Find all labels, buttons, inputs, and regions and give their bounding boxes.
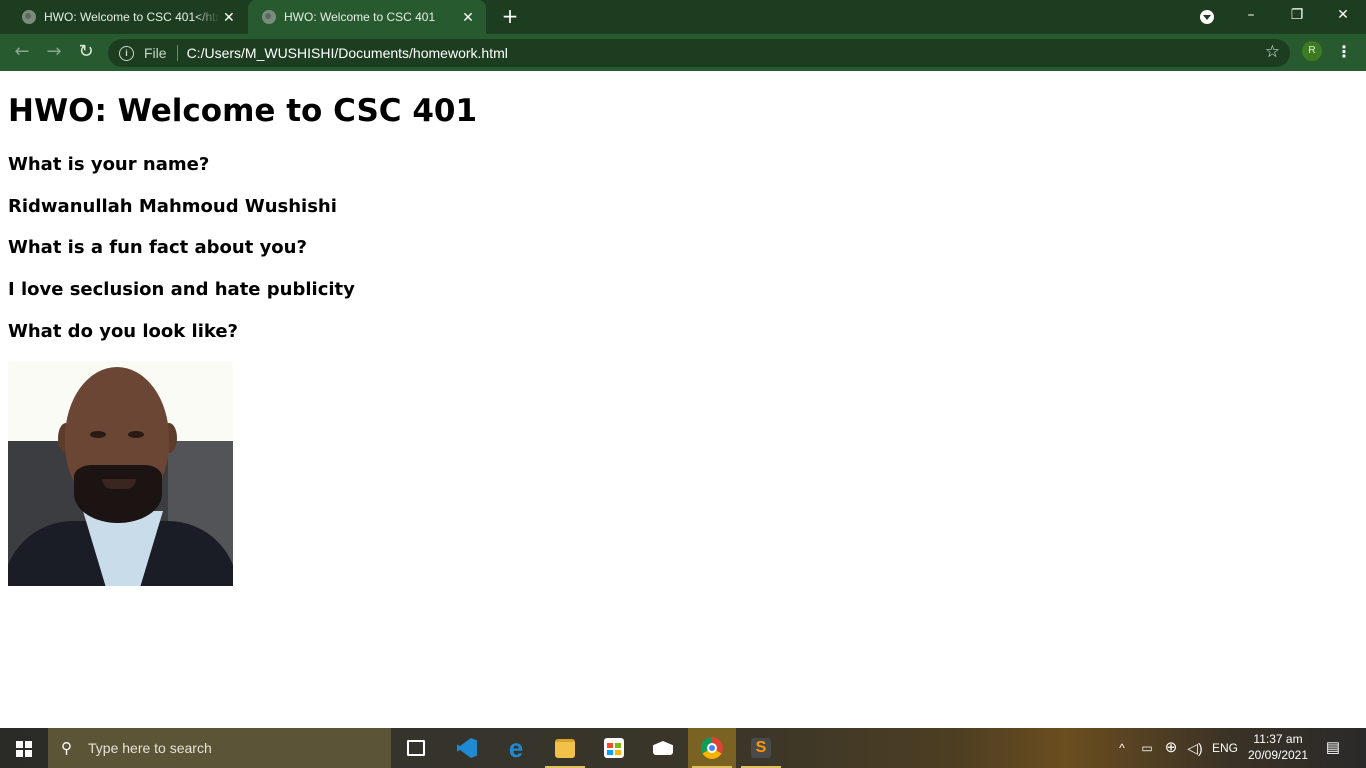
windows-taskbar: ⚲ Type here to search e S ^ ▭ ⊕ ◁) ENG 1… — [0, 728, 1366, 768]
profile-avatar[interactable]: R — [1302, 41, 1322, 61]
arrow-right-icon[interactable]: → — [41, 40, 67, 64]
task-view-icon[interactable] — [392, 728, 440, 768]
close-window-button[interactable]: ✕ — [1320, 0, 1366, 32]
question-name: What is your name? — [8, 154, 210, 175]
browser-tab-active[interactable]: HWO: Welcome to CSC 401 ✕ — [248, 0, 486, 34]
address-separator — [176, 45, 178, 61]
star-icon[interactable]: ☆ — [1265, 42, 1280, 62]
close-tab-icon[interactable]: ✕ — [220, 9, 238, 26]
page-title: HWO: Welcome to CSC 401 — [8, 93, 478, 129]
clock-date: 20/09/2021 — [1247, 748, 1309, 762]
maximize-button[interactable]: ❐ — [1274, 0, 1320, 32]
browser-tab[interactable]: HWO: Welcome to CSC 401</html> ✕ — [8, 0, 246, 34]
microsoft-store-icon[interactable] — [590, 728, 638, 768]
page-content: HWO: Welcome to CSC 401 What is your nam… — [0, 71, 1366, 728]
profile-photo — [8, 361, 233, 586]
tab-search-dropdown-icon[interactable] — [1200, 10, 1214, 24]
new-tab-button[interactable]: + — [499, 5, 521, 27]
battery-icon[interactable]: ▭ — [1138, 728, 1156, 768]
mail-icon[interactable] — [639, 728, 687, 768]
tab-title: HWO: Welcome to CSC 401</html> — [44, 10, 220, 24]
info-icon[interactable]: i — [119, 45, 134, 61]
file-explorer-icon[interactable] — [541, 728, 589, 768]
close-tab-icon[interactable]: ✕ — [458, 9, 478, 26]
question-fun-fact: What is a fun fact about you? — [8, 237, 307, 258]
search-icon: ⚲ — [61, 740, 72, 757]
address-bar[interactable]: i File C:/Users/M_WUSHISHI/Documents/hom… — [108, 39, 1290, 67]
sublime-text-icon[interactable]: S — [737, 728, 785, 768]
edge-icon[interactable]: e — [492, 728, 540, 768]
answer-fun-fact: I love seclusion and hate publicity — [8, 279, 355, 300]
arrow-left-icon[interactable]: ← — [9, 40, 35, 64]
windows-logo-icon — [16, 741, 32, 757]
taskbar-search-box[interactable]: ⚲ Type here to search — [48, 728, 391, 768]
url-text[interactable]: C:/Users/M_WUSHISHI/Documents/homework.h… — [187, 45, 508, 61]
chrome-icon[interactable] — [688, 728, 736, 768]
search-placeholder: Type here to search — [88, 740, 212, 756]
scheme-label: File — [144, 45, 167, 61]
notifications-icon[interactable]: ▤ — [1322, 728, 1344, 768]
language-indicator[interactable]: ENG — [1211, 728, 1239, 768]
clock-time: 11:37 am — [1253, 732, 1303, 746]
browser-toolbar: ← → ↻ i File C:/Users/M_WUSHISHI/Documen… — [0, 34, 1366, 71]
speaker-icon[interactable]: ◁) — [1185, 728, 1205, 768]
answer-name: Ridwanullah Mahmoud Wushishi — [8, 196, 337, 217]
globe-icon — [22, 10, 36, 24]
minimize-button[interactable]: – — [1228, 0, 1274, 32]
question-look: What do you look like? — [8, 321, 239, 342]
chevron-up-icon[interactable]: ^ — [1115, 728, 1129, 768]
vscode-icon[interactable] — [443, 728, 491, 768]
start-button[interactable] — [0, 728, 48, 768]
tab-title: HWO: Welcome to CSC 401 — [284, 10, 436, 24]
reload-icon[interactable]: ↻ — [73, 40, 99, 64]
kebab-menu-icon[interactable]: ⋮ — [1336, 42, 1352, 62]
globe-icon — [262, 10, 276, 24]
network-globe-icon[interactable]: ⊕ — [1162, 728, 1180, 768]
browser-tab-bar: HWO: Welcome to CSC 401</html> ✕ HWO: We… — [0, 0, 1366, 34]
taskbar-clock[interactable]: 11:37 am 20/09/2021 — [1240, 731, 1316, 763]
